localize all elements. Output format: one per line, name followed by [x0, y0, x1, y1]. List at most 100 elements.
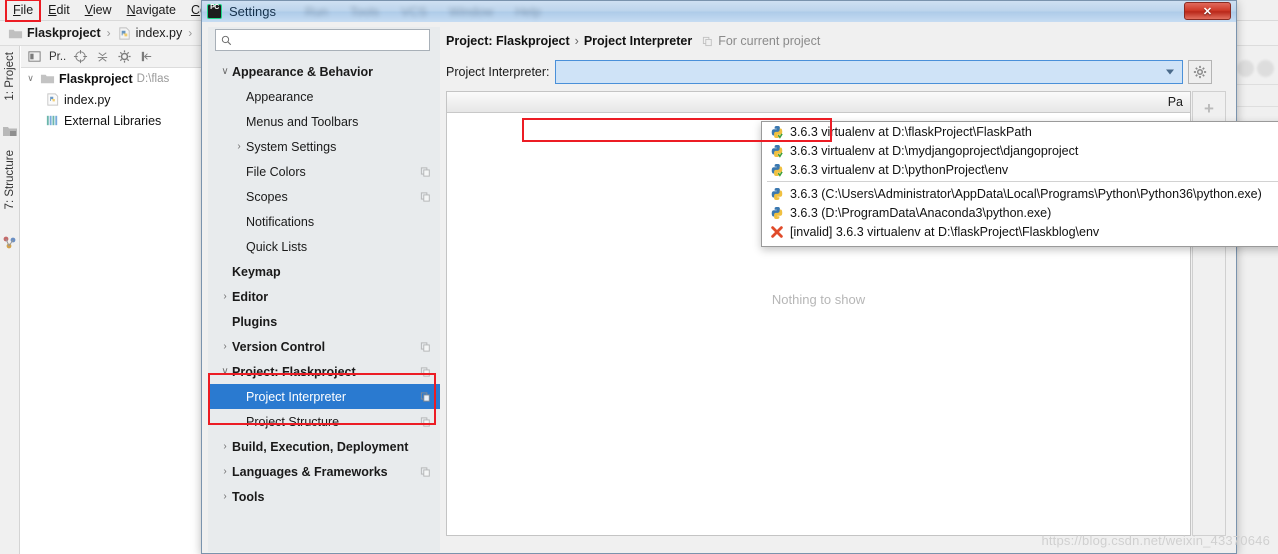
breadcrumb-file[interactable]: index.py	[117, 26, 183, 41]
settings-tree-item-appearance-behavior[interactable]: ∨ Appearance & Behavior	[208, 59, 440, 84]
interpreter-option[interactable]: 3.6.3 virtualenv at D:\mydjangoproject\d…	[762, 141, 1278, 160]
menu-item-edit[interactable]: Edit	[41, 1, 77, 20]
structure-icon	[3, 236, 16, 249]
tree-twisty-icon[interactable]: ∨	[218, 66, 232, 77]
interpreter-option[interactable]: 3.6.3 virtualenv at D:\pythonProject\env	[762, 160, 1278, 179]
settings-tree-item-label: System Settings	[246, 139, 337, 154]
settings-tree-item-label: File Colors	[246, 164, 306, 179]
settings-tree-item-version-control[interactable]: › Version Control	[208, 334, 440, 359]
python-icon	[771, 187, 783, 200]
project-tree-path: D:\flas	[136, 72, 170, 85]
chevron-down-icon[interactable]	[1165, 69, 1174, 75]
interpreter-combobox[interactable]	[554, 60, 1183, 84]
python-file-icon	[47, 93, 59, 106]
copy-settings-icon[interactable]	[420, 416, 431, 427]
settings-tree-item-system-settings[interactable]: › System Settings	[208, 134, 440, 159]
copy-settings-icon[interactable]	[420, 341, 431, 352]
search-box[interactable]	[215, 29, 430, 51]
settings-tree-item-file-colors[interactable]: File Colors	[208, 159, 440, 184]
tool-window-tab-project[interactable]: 1: Project	[2, 48, 18, 105]
blurred-rail-icon-2	[1257, 60, 1274, 77]
settings-tree-item-label: Tools	[232, 489, 265, 504]
tree-twisty-icon[interactable]: ∨	[218, 366, 232, 377]
content-breadcrumb: Project: Flaskproject › Project Interpre…	[446, 34, 820, 48]
copy-settings-icon[interactable]	[420, 366, 431, 377]
libraries-icon	[46, 115, 58, 126]
menu-item-navigate[interactable]: Navigate	[120, 1, 183, 20]
tree-twisty-icon[interactable]: ›	[218, 291, 232, 302]
tree-twisty-icon[interactable]: ›	[218, 466, 232, 477]
interpreter-option-label: 3.6.3 (D:\ProgramData\Anaconda3\python.e…	[790, 205, 1052, 220]
gear-icon[interactable]	[117, 49, 132, 64]
interpreter-option[interactable]: [invalid] 3.6.3 virtualenv at D:\flaskPr…	[762, 222, 1278, 241]
settings-tree-item-keymap[interactable]: Keymap	[208, 259, 440, 284]
copy-settings-icon[interactable]	[420, 191, 431, 202]
settings-tree-item-label: Editor	[232, 289, 269, 304]
target-icon[interactable]	[73, 49, 88, 64]
tool-window-tab-structure[interactable]: 7: Structure	[2, 146, 18, 213]
settings-tree-item-languages-frameworks[interactable]: › Languages & Frameworks	[208, 459, 440, 484]
dialog-body: ∨ Appearance & Behavior Appearance Menus an…	[202, 22, 1278, 554]
copy-settings-icon[interactable]	[420, 166, 431, 177]
for-current-project-label: For current project	[718, 34, 821, 48]
blurred-menu-3: Window	[448, 4, 494, 19]
project-view-selector-label[interactable]: Pr..	[49, 51, 66, 63]
search-input[interactable]	[236, 32, 421, 48]
search-icon	[221, 35, 232, 45]
breadcrumb-file-label: index.py	[135, 26, 183, 40]
interpreter-option[interactable]: 3.6.3 (C:\Users\Administrator\AppData\Lo…	[762, 184, 1278, 203]
project-tree-label: index.py	[64, 92, 111, 107]
collapse-all-icon[interactable]	[95, 49, 110, 64]
settings-tree-item-appearance[interactable]: Appearance	[208, 84, 440, 109]
project-view-icon[interactable]	[27, 49, 42, 64]
ide-left-tool-rail: 1: Project 7: Structure	[0, 46, 20, 554]
settings-tree-item-plugins[interactable]: Plugins	[208, 309, 440, 334]
settings-tree-item-label: Plugins	[232, 314, 278, 329]
hide-panel-icon[interactable]	[139, 49, 154, 64]
settings-tree-item-project-structure[interactable]: Project Structure	[208, 409, 440, 434]
project-tree-row[interactable]: index.py	[21, 89, 201, 110]
settings-tree-item-scopes[interactable]: Scopes	[208, 184, 440, 209]
project-panel-toolbar: Pr..	[21, 46, 201, 68]
python-icon	[771, 206, 783, 219]
interpreter-dropdown-popup[interactable]: 3.6.3 virtualenv at D:\flaskProject\Flas…	[761, 121, 1278, 247]
settings-tree-item-label: Project Structure	[246, 414, 340, 429]
tree-twisty-icon[interactable]: ›	[218, 491, 232, 502]
interpreter-option-label: 3.6.3 virtualenv at D:\pythonProject\env	[790, 162, 1009, 177]
project-folder-icon	[3, 127, 17, 136]
copy-settings-icon[interactable]	[702, 36, 713, 47]
project-tree-row[interactable]: ∨ Flaskproject D:\flas	[21, 68, 201, 89]
tree-twisty-icon[interactable]: ›	[218, 341, 232, 352]
interpreter-settings-button[interactable]	[1187, 60, 1212, 84]
project-tree-row[interactable]: External Libraries	[21, 110, 201, 131]
breadcrumb-project[interactable]: Flaskproject	[8, 26, 101, 41]
breadcrumb-trailing-separator-icon: ›	[188, 26, 193, 40]
settings-tree-item-quick-lists[interactable]: Quick Lists	[208, 234, 440, 259]
settings-tree-item-notifications[interactable]: Notifications	[208, 209, 440, 234]
settings-tree-item-tools[interactable]: › Tools	[208, 484, 440, 509]
menu-item-view[interactable]: View	[78, 1, 119, 20]
tree-twisty-icon[interactable]: ›	[232, 141, 246, 152]
settings-tree-item-label: Version Control	[232, 339, 326, 354]
settings-tree-item-project-interpreter[interactable]: Project Interpreter	[208, 384, 440, 409]
add-package-button[interactable]: +	[1201, 99, 1218, 118]
copy-settings-icon[interactable]	[420, 466, 431, 477]
menu-item-file[interactable]: File	[4, 0, 42, 22]
close-button[interactable]: ✕	[1184, 2, 1231, 20]
breadcrumb-separator-icon: ›	[106, 26, 111, 40]
settings-tree-item-build-execution-deployment[interactable]: › Build, Execution, Deployment	[208, 434, 440, 459]
copy-settings-icon[interactable]	[420, 391, 431, 402]
tree-twisty-icon[interactable]: ∨	[25, 73, 36, 84]
settings-tree-item-project-flaskproject[interactable]: ∨ Project: Flaskproject	[208, 359, 440, 384]
dialog-title-bar: Settings Run Tools VCS Window Help ✕	[202, 1, 1236, 22]
settings-tree-item-label: Languages & Frameworks	[232, 464, 388, 479]
tree-twisty-icon[interactable]: ›	[218, 441, 232, 452]
interpreter-option[interactable]: 3.6.3 virtualenv at D:\flaskProject\Flas…	[762, 122, 1278, 141]
settings-tree-pane: ∨ Appearance & Behavior Appearance Menus an…	[208, 27, 440, 552]
content-breadcrumb-root: Project: Flaskproject	[446, 34, 570, 48]
interpreter-option-label: 3.6.3 virtualenv at D:\flaskProject\Flas…	[790, 124, 1032, 139]
interpreter-option[interactable]: 3.6.3 (D:\ProgramData\Anaconda3\python.e…	[762, 203, 1278, 222]
python-venv-icon	[771, 144, 783, 158]
settings-tree-item-editor[interactable]: › Editor	[208, 284, 440, 309]
settings-tree-item-menus-and-toolbars[interactable]: Menus and Toolbars	[208, 109, 440, 134]
